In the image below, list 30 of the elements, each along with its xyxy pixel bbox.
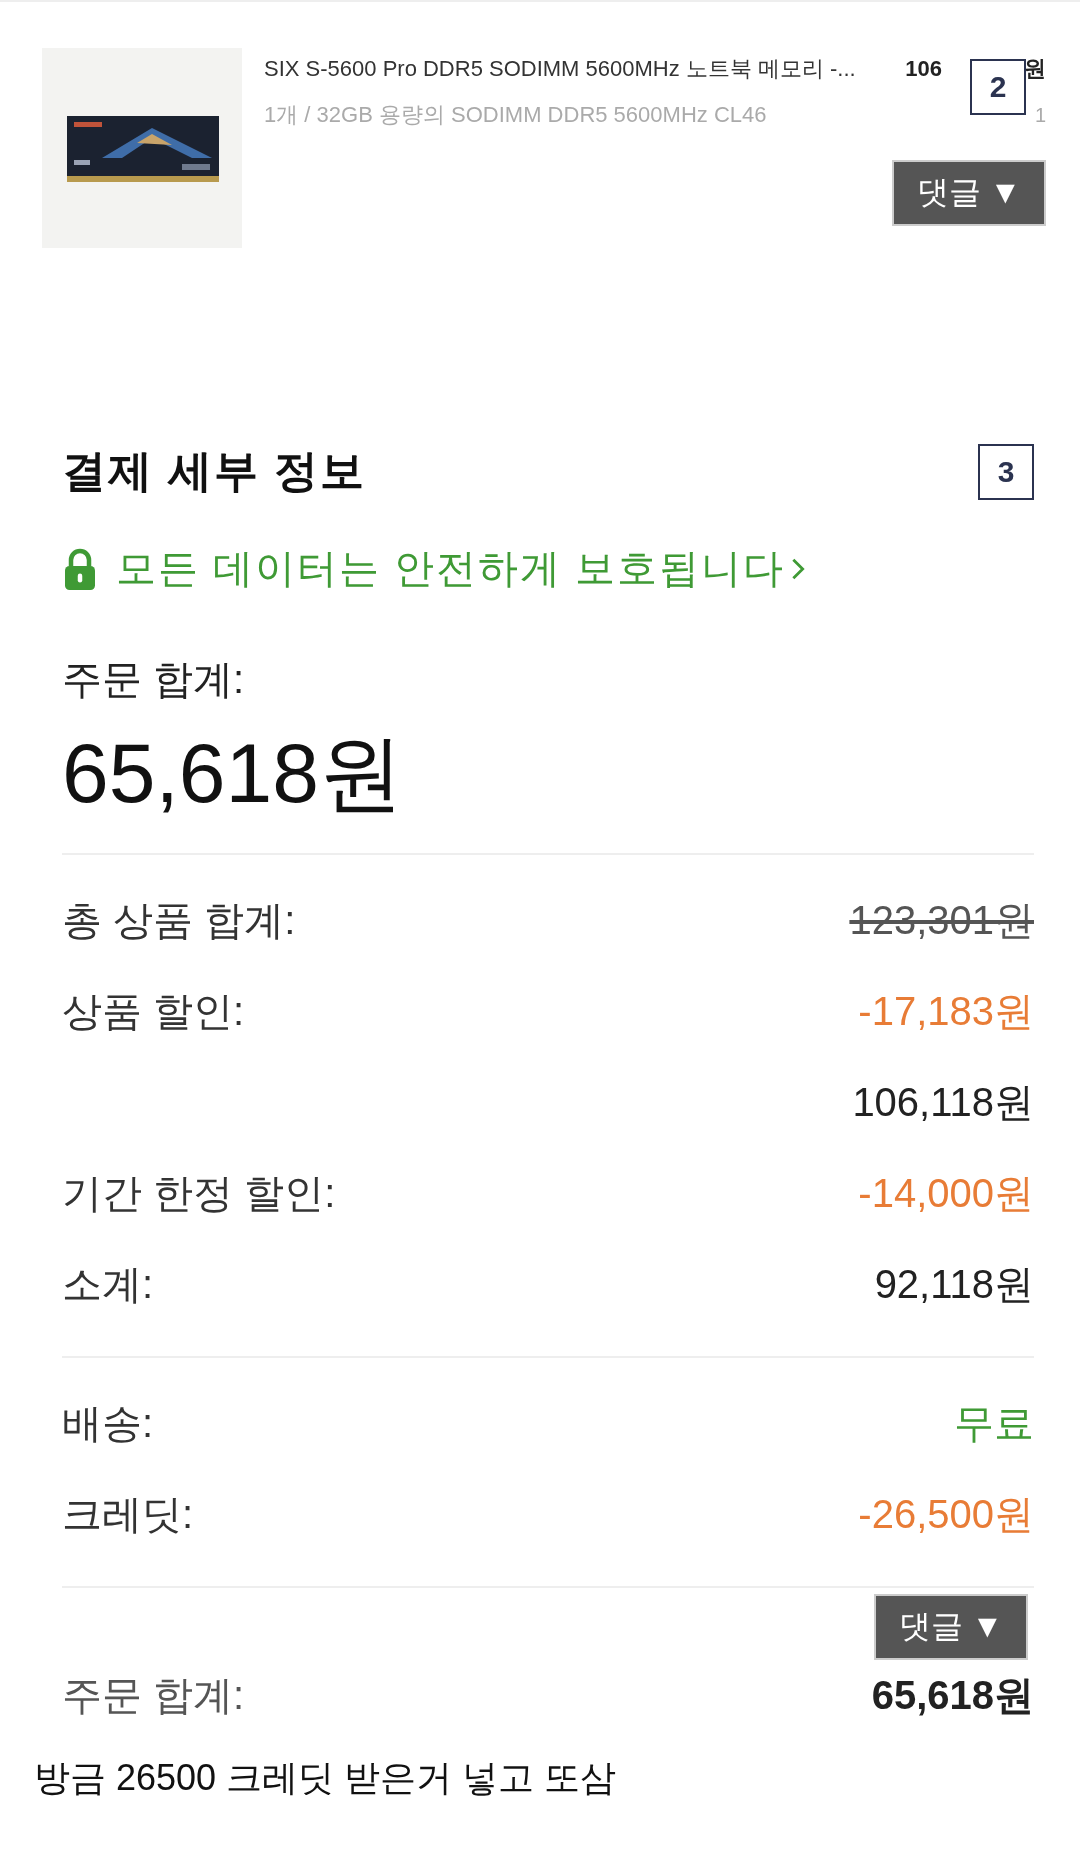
summary-amount: 무료: [954, 1400, 1034, 1447]
comment-button[interactable]: 댓글 ▼: [874, 1594, 1028, 1660]
total-label: 주문 합계:: [62, 1671, 245, 1719]
lock-icon: [62, 547, 98, 590]
post-caption: 방금 26500 크레딧 받은거 넣고 또삼: [34, 1756, 618, 1800]
total-amount: 65,618원: [871, 1671, 1034, 1719]
product-price: 106: [905, 56, 942, 82]
summary-amount: 92,118원: [874, 1261, 1034, 1308]
summary-amount: -17,183원: [858, 988, 1034, 1035]
number-marker: 2: [970, 59, 1026, 115]
summary-label: 크레딧:: [62, 1491, 194, 1538]
summary-amount: -14,000원: [858, 1170, 1034, 1217]
summary-label: 기간 한정 할인:: [62, 1170, 336, 1217]
summary-label: 배송:: [62, 1400, 154, 1447]
chevron-right-icon: [791, 556, 806, 581]
summary-label: 소계:: [62, 1261, 154, 1308]
security-link[interactable]: 모든 데이터는 안전하게 보호됩니다: [116, 541, 786, 596]
summary-amount: 106,118원: [852, 1079, 1034, 1126]
quantity-label: 1: [1034, 104, 1046, 127]
section-title: 결제 세부 정보: [62, 445, 367, 497]
summary-amount: 123,301원: [849, 897, 1034, 944]
summary-amount: -26,500원: [858, 1491, 1034, 1538]
comment-button[interactable]: 댓글 ▼: [892, 160, 1046, 226]
summary-label: 상품 할인:: [62, 988, 245, 1035]
summary-label: 총 상품 합계:: [62, 897, 296, 944]
total-amount: 65,618원: [62, 725, 404, 822]
product-title[interactable]: SIX S-5600 Pro DDR5 SODIMM 5600MHz 노트북 메모리 -...: [264, 54, 906, 84]
total-label: 주문 합계:: [62, 656, 246, 703]
number-marker: 3: [978, 443, 1034, 500]
currency-label: 원: [1024, 55, 1046, 83]
